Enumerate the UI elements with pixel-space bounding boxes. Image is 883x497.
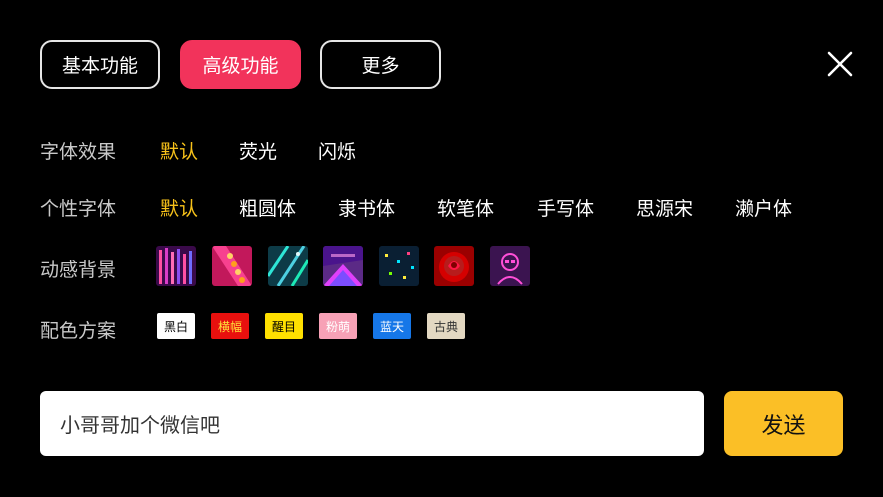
bg-thumb-pink-columns[interactable]	[156, 246, 196, 286]
font-style-siyuansong[interactable]: 思源宋	[636, 194, 693, 221]
bg-thumb-pink-orbs[interactable]	[212, 246, 252, 286]
swatch-eye-catching[interactable]: 醒目	[265, 313, 303, 339]
message-input-box[interactable]	[40, 391, 704, 456]
bg-thumb-dark-confetti[interactable]	[379, 246, 419, 286]
message-input[interactable]	[58, 410, 704, 437]
send-button[interactable]: 发送	[724, 391, 843, 456]
font-effect-glow[interactable]: 荧光	[239, 137, 277, 164]
swatch-blue-sky[interactable]: 蓝天	[373, 313, 411, 339]
tab-advanced[interactable]: 高级功能	[180, 40, 301, 89]
bg-thumb-red-rose[interactable]	[434, 246, 474, 286]
close-icon[interactable]	[826, 50, 854, 78]
bg-thumb-purple-tunnel[interactable]	[323, 246, 363, 286]
tab-more[interactable]: 更多	[320, 40, 441, 89]
font-style-shouxie[interactable]: 手写体	[537, 194, 594, 221]
font-style-label: 个性字体	[40, 198, 117, 220]
swatch-banner[interactable]: 横幅	[211, 313, 249, 339]
swatch-cute-pink[interactable]: 粉萌	[319, 313, 357, 339]
swatch-classic[interactable]: 古典	[427, 313, 465, 339]
font-style-cuyuan[interactable]: 粗圆体	[239, 194, 296, 221]
color-scheme-label: 配色方案	[40, 320, 117, 342]
font-effect-label: 字体效果	[40, 141, 117, 163]
font-style-ruanbi[interactable]: 软笔体	[437, 194, 494, 221]
font-style-laihu[interactable]: 濑户体	[735, 194, 792, 221]
font-effect-blink[interactable]: 闪烁	[318, 137, 356, 164]
tab-basic[interactable]: 基本功能	[40, 40, 160, 89]
font-style-default[interactable]: 默认	[160, 194, 198, 221]
bg-thumb-teal-lights[interactable]	[268, 246, 308, 286]
dynamic-bg-label: 动感背景	[40, 259, 117, 281]
swatch-black-white[interactable]: 黑白	[157, 313, 195, 339]
font-effect-default[interactable]: 默认	[160, 137, 198, 164]
font-style-lishu[interactable]: 隶书体	[338, 194, 395, 221]
bg-thumb-neon-portrait[interactable]	[490, 246, 530, 286]
